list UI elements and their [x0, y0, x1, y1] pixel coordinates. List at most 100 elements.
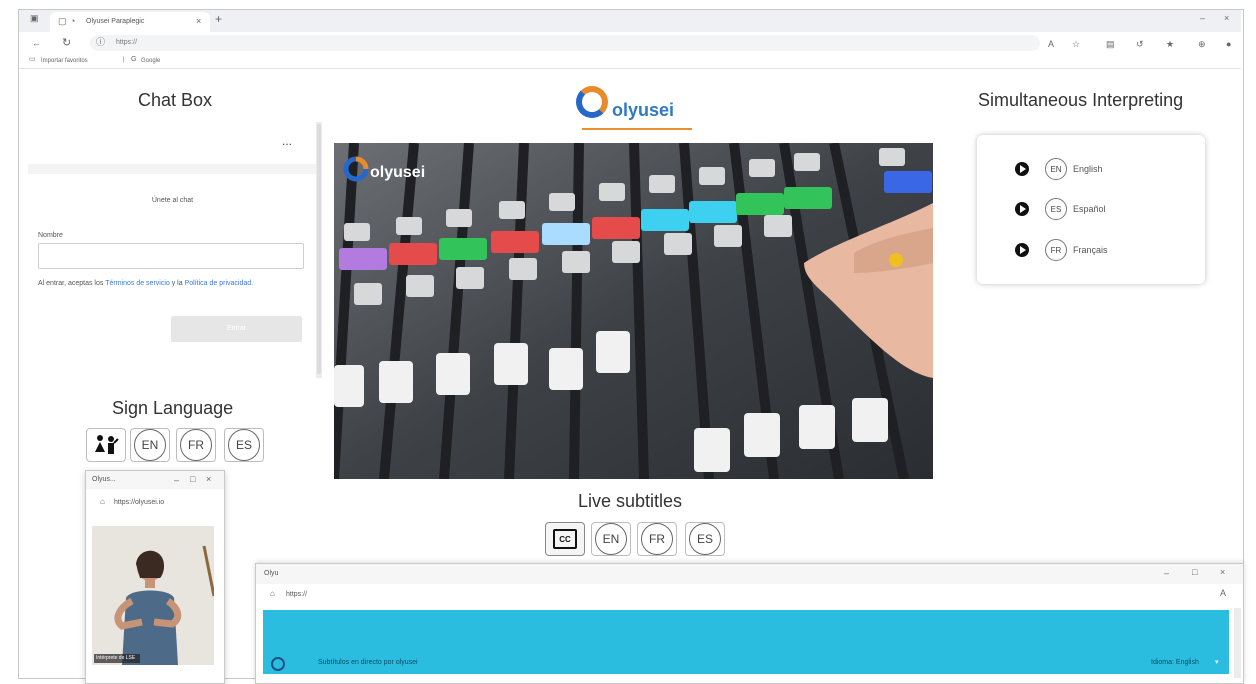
subtitles-cc-button[interactable]: CC — [545, 522, 585, 556]
address-text: https:// — [116, 39, 138, 46]
chat-menu-button[interactable]: ... — [282, 134, 292, 148]
interpreting-card: EN English ES Español FR Français — [977, 135, 1205, 284]
subtitles-fr-button[interactable]: FR — [637, 522, 677, 556]
join-chat-button[interactable]: Entrar — [171, 316, 302, 342]
privacy-link[interactable]: Política de privacidad. — [185, 280, 253, 287]
read-aloud-icon[interactable]: A — [1048, 40, 1054, 49]
tab-actions-icon[interactable]: ▣ — [30, 14, 39, 23]
bookmarks-bar: ▭ Importar favoritos | G Google — [19, 54, 1241, 69]
interpreting-title: Simultaneous Interpreting — [978, 90, 1184, 110]
interpreting-row-english[interactable]: EN English — [1015, 158, 1103, 180]
subtitle-window-url[interactable]: https:// — [286, 591, 307, 598]
subtitle-bar-logo-icon — [271, 657, 285, 671]
sign-language-popup: Olyus... – □ × ⌂ https://olyusei.io Inté… — [85, 470, 225, 684]
language-name: Español — [1073, 204, 1106, 214]
popup-url[interactable]: https://olyusei.io — [114, 499, 164, 506]
extensions-icon[interactable]: ⊕ — [1198, 40, 1206, 49]
sign-language-en-button[interactable]: EN — [130, 428, 170, 462]
video-player[interactable]: olyusei — [334, 143, 933, 479]
tab-close-icon[interactable]: × — [196, 17, 201, 26]
chat-header — [28, 122, 317, 164]
site-info-icon[interactable]: ⓘ — [96, 38, 105, 47]
sign-language-icon — [95, 435, 119, 454]
mixer-video-frame: olyusei — [334, 143, 933, 479]
sign-language-fr-button[interactable]: FR — [176, 428, 216, 462]
language-name: English — [1073, 164, 1103, 174]
name-label: Nombre — [38, 232, 63, 239]
browser-tab[interactable]: ▢ ◔ Olyusei Paraplegic × — [50, 12, 210, 32]
terms-link[interactable]: Términos de servicio — [105, 280, 170, 287]
cc-icon: CC — [553, 529, 577, 549]
subtitle-language-select[interactable]: Idioma: English — [1151, 659, 1199, 666]
google-icon: G — [131, 56, 137, 63]
bookmark-import[interactable]: Importar favoritos — [41, 58, 88, 64]
new-tab-button[interactable]: + — [215, 13, 222, 25]
subtitle-window-scrollbar[interactable] — [1234, 608, 1241, 678]
language-code-circle: FR — [641, 523, 673, 555]
sign-video[interactable]: Intérprete de LSE — [92, 526, 214, 665]
subtitle-window-read-icon[interactable]: A — [1220, 589, 1226, 598]
page-icon: ▢ — [58, 16, 67, 26]
subtitle-window-close-icon[interactable]: × — [1220, 568, 1225, 577]
popup-title: Olyus... — [92, 476, 116, 483]
collections-icon[interactable]: ▤ — [1106, 40, 1115, 49]
bookmark-divider: | — [123, 57, 125, 63]
popup-lock-icon: ⌂ — [100, 497, 105, 506]
subtitle-window-minimize-icon[interactable]: – — [1164, 569, 1169, 578]
language-code-badge: EN — [1045, 158, 1067, 180]
interpreting-row-french[interactable]: FR Français — [1015, 239, 1108, 261]
chat-title: Chat Box — [138, 90, 213, 110]
language-code-circle: ES — [689, 523, 721, 555]
language-code-circle: FR — [180, 429, 212, 461]
chat-scroll-thumb[interactable] — [317, 124, 321, 374]
subtitle-bar: Subtítulos en directo por olyusei Idioma… — [263, 610, 1229, 674]
language-code-circle: EN — [134, 429, 166, 461]
favorites-list-icon[interactable]: ★ — [1166, 40, 1174, 49]
interpreter-video-frame — [92, 526, 214, 665]
name-input[interactable] — [38, 243, 304, 269]
consent-text: Al entrar, aceptas los Términos de servi… — [38, 278, 300, 289]
import-icon: ▭ — [29, 56, 36, 63]
subtitles-es-button[interactable]: ES — [685, 522, 725, 556]
play-icon[interactable] — [1015, 202, 1029, 216]
language-code-badge: ES — [1045, 198, 1067, 220]
play-icon[interactable] — [1015, 162, 1029, 176]
minimize-icon[interactable]: – — [1200, 14, 1205, 23]
chevron-down-icon[interactable]: ▾ — [1215, 658, 1219, 666]
profile-icon[interactable]: ● — [1226, 40, 1231, 49]
sign-video-caption: Intérprete de LSE — [96, 655, 136, 661]
sign-language-button[interactable] — [86, 428, 126, 462]
chat-welcome: Únete al chat — [151, 197, 194, 204]
bookmark-google[interactable]: Google — [141, 58, 160, 64]
favicon-icon: ◔ — [70, 16, 76, 26]
consent-mid: y la — [171, 280, 183, 287]
interpreting-row-spanish[interactable]: ES Español — [1015, 198, 1106, 220]
play-icon[interactable] — [1015, 243, 1029, 257]
sign-language-es-button[interactable]: ES — [224, 428, 264, 462]
chat-divider — [28, 164, 317, 174]
language-name: Français — [1073, 245, 1108, 255]
subtitle-window-title: Olyu — [264, 570, 279, 577]
language-code-circle: ES — [228, 429, 260, 461]
olyusei-logo-icon — [576, 86, 608, 118]
language-code-badge: FR — [1045, 239, 1067, 261]
logo-underline — [582, 128, 692, 130]
subtitle-window-titlebar — [256, 564, 1243, 584]
sign-language-title: Sign Language — [112, 398, 234, 418]
favorite-icon[interactable]: ☆ — [1072, 40, 1080, 49]
window-close-icon[interactable]: × — [1224, 14, 1229, 23]
language-code-circle: EN — [595, 523, 627, 555]
history-icon[interactable]: ↺ — [1136, 40, 1144, 49]
consent-prefix: Al entrar, aceptas los — [38, 280, 104, 287]
subtitles-title: Live subtitles — [578, 491, 683, 511]
subtitle-bar-text: Subtítulos en directo por olyusei — [318, 659, 418, 666]
popup-close-icon[interactable]: × — [206, 475, 211, 484]
subtitle-window-maximize-icon[interactable]: □ — [1192, 568, 1197, 577]
popup-maximize-icon[interactable]: □ — [190, 475, 195, 484]
reload-icon[interactable]: ↻ — [62, 38, 71, 49]
subtitles-en-button[interactable]: EN — [591, 522, 631, 556]
popup-minimize-icon[interactable]: – — [174, 476, 179, 485]
subtitle-window-lock-icon: ⌂ — [270, 589, 275, 598]
back-icon[interactable]: ← — [32, 39, 41, 48]
address-bar[interactable]: ⓘ https:// — [90, 35, 1040, 51]
